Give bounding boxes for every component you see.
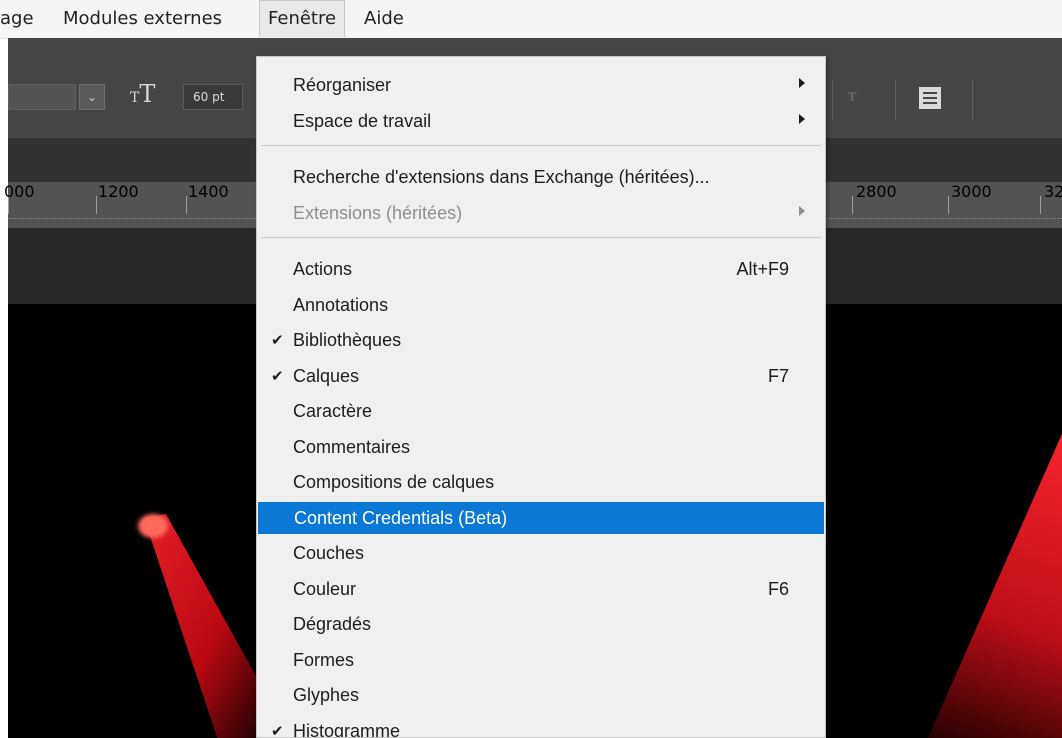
- menu-item-label: Caractère: [293, 401, 373, 421]
- options-divider: [895, 80, 896, 120]
- red-spotlight-beam: [923, 409, 1062, 738]
- text-size-icon: TT: [130, 80, 156, 108]
- menu-item-shortcut: F6: [767, 578, 789, 599]
- menu-item-label: Commentaires: [293, 436, 411, 457]
- menu-item-recherche-d-extensions-dans-exchange-heritees[interactable]: Recherche d'extensions dans Exchange (hé…: [257, 161, 825, 193]
- menu-item-glyphes[interactable]: Glyphes: [257, 679, 825, 711]
- submenu-arrow-icon: [799, 205, 805, 216]
- menu-image[interactable]: age: [0, 0, 34, 38]
- menu-item-shortcut: Alt+F9: [736, 259, 789, 279]
- menu-item-extensions-heritees: Extensions (héritées): [257, 197, 825, 229]
- menu-item-couches[interactable]: Couches: [257, 537, 825, 569]
- menu-item-label: Réorganiser: [293, 75, 392, 95]
- menu-item-label: Bibliothèques: [293, 330, 402, 350]
- menu-item-label: Calques: [293, 365, 360, 386]
- menu-separator: [261, 237, 821, 238]
- ruler-tick-label: 3000: [951, 182, 992, 201]
- warp-text-icon[interactable]: ᵀ: [848, 88, 856, 112]
- menu-item-content-credentials-beta[interactable]: Content Credentials (Beta): [258, 501, 824, 534]
- ruler-tick-label: 2800: [856, 182, 897, 201]
- menu-item-label: Recherche d'extensions dans Exchange (hé…: [293, 167, 710, 187]
- menu-item-compositions-de-calques[interactable]: Compositions de calques: [257, 466, 825, 498]
- submenu-arrow-icon: [799, 78, 805, 88]
- menu-item-label: Extensions (héritées): [293, 202, 463, 223]
- menu-item-label: Dégradés: [293, 614, 372, 634]
- menu-item-bibliotheques[interactable]: ✔ Bibliothèques: [257, 324, 825, 356]
- menu-item-formes[interactable]: Formes: [257, 644, 825, 676]
- photoshop-window: age Modules externes Fenêtre Aide ⌄ TT 6…: [0, 0, 1062, 738]
- menu-help[interactable]: Aide: [364, 0, 404, 38]
- red-spotlight-beam: [144, 514, 266, 738]
- menu-item-label: Annotations: [293, 294, 389, 315]
- ruler-mark: [96, 196, 97, 214]
- menu-item-label: Formes: [293, 649, 355, 670]
- menu-item-shortcut: F7: [767, 365, 789, 386]
- spotlight-source: [138, 514, 168, 538]
- font-style-combo[interactable]: [8, 84, 76, 110]
- chevron-down-icon[interactable]: ⌄: [79, 84, 105, 110]
- menu-item-label: Couches: [293, 543, 365, 563]
- ruler-tick-label: 32: [1044, 182, 1062, 201]
- font-size-field[interactable]: 60 pt: [183, 84, 243, 110]
- checkmark-icon: ✔: [271, 722, 284, 738]
- window-menu-dropdown: Réorganiser Espace de travail Recherche d'…: [256, 56, 826, 738]
- checkmark-icon: ✔: [271, 367, 284, 385]
- menu-item-degrades[interactable]: Dégradés: [257, 608, 825, 640]
- menu-item-label: Couleur: [293, 578, 357, 599]
- menu-item-calques[interactable]: ✔ Calques F7: [257, 360, 825, 392]
- menu-item-label: Glyphes: [293, 685, 360, 705]
- menu-item-histogramme[interactable]: ✔ Histogramme: [257, 715, 825, 738]
- menu-item-caractere[interactable]: Caractère: [257, 395, 825, 427]
- menu-bar: age Modules externes Fenêtre Aide: [0, 0, 1062, 39]
- menu-plugins[interactable]: Modules externes: [63, 0, 222, 38]
- ruler-mark: [1040, 196, 1041, 214]
- menu-item-commentaires[interactable]: Commentaires: [257, 431, 825, 463]
- submenu-arrow-icon: [799, 113, 805, 124]
- menu-item-couleur[interactable]: Couleur F6: [257, 573, 825, 605]
- menu-item-label: Espace de travail: [293, 110, 432, 131]
- menu-item-label: Content Credentials (Beta): [294, 507, 508, 528]
- ruler-tick-label: 1400: [188, 182, 229, 201]
- menu-item-actions[interactable]: Actions Alt+F9: [257, 253, 825, 285]
- menu-item-label: Actions: [293, 259, 353, 279]
- menu-window[interactable]: Fenêtre: [259, 0, 346, 37]
- character-panels-icon[interactable]: [919, 87, 941, 109]
- options-divider: [832, 80, 833, 120]
- ruler-mark: [948, 196, 949, 214]
- checkmark-icon: ✔: [271, 332, 284, 349]
- ruler-mark: [852, 196, 853, 214]
- menu-item-annotations[interactable]: Annotations: [257, 289, 825, 321]
- menu-item-reorganiser[interactable]: Réorganiser: [257, 69, 825, 101]
- ruler-mark: [186, 196, 187, 214]
- menu-item-label: Histogramme: [293, 720, 401, 738]
- menu-item-label: Compositions de calques: [293, 472, 495, 492]
- ruler-tick-label: 000: [4, 182, 35, 201]
- menu-separator: [261, 145, 821, 146]
- options-divider: [972, 80, 973, 120]
- menu-item-espace-de-travail[interactable]: Espace de travail: [257, 105, 825, 137]
- ruler-tick-label: 1200: [98, 182, 139, 201]
